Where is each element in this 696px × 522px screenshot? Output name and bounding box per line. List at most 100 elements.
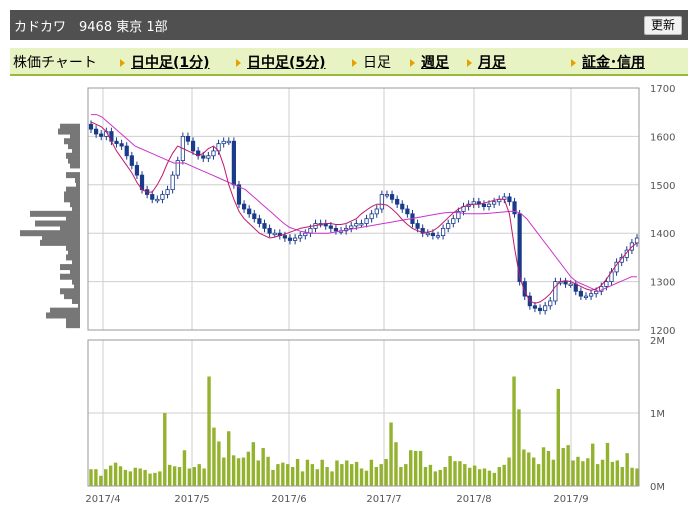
volume-bar [192, 467, 196, 486]
volume-bar [536, 464, 541, 486]
candle-body [604, 281, 609, 287]
candle-body [573, 283, 578, 292]
volume-bar [295, 458, 300, 486]
volume-bar [113, 462, 118, 486]
volume-bar [605, 442, 610, 486]
candle-body [262, 223, 267, 229]
volume-bar [448, 456, 452, 486]
volume-bar [108, 465, 113, 486]
volume-bar [256, 460, 260, 486]
candle-body [170, 174, 175, 191]
candle-body [160, 194, 165, 200]
candle-body [563, 281, 568, 285]
candle-body [486, 203, 492, 207]
candle-body [349, 225, 354, 229]
volume-bar [591, 443, 595, 486]
volume-bar [630, 467, 634, 486]
volume-bar [158, 471, 162, 486]
volume-bar [163, 413, 167, 486]
candle-body [405, 208, 410, 215]
volume-bar [423, 467, 428, 486]
volume-bar [615, 460, 620, 486]
volume-bar [453, 461, 457, 486]
candle-body [99, 133, 104, 137]
volume-tick-label: 0M [650, 482, 665, 493]
volume-bar [261, 448, 265, 486]
volume-bar [266, 456, 270, 486]
candle-body [440, 227, 446, 237]
volume-bar [374, 467, 378, 486]
candle-body [114, 140, 119, 145]
date-tick-label: 2017/6 [271, 494, 306, 505]
volume-bar [354, 461, 359, 486]
price-tick-label: 1300 [650, 278, 675, 289]
date-tick-label: 2017/8 [456, 494, 491, 505]
volume-profile [20, 123, 80, 329]
volume-bar [418, 450, 423, 486]
volume-bar [104, 469, 108, 486]
volume-bar [325, 467, 329, 486]
candle-body [221, 140, 226, 145]
volume-bar [138, 468, 142, 486]
volume-bar [310, 464, 315, 486]
volume-bar [359, 468, 364, 486]
volume-bar [300, 471, 305, 486]
volume-bar [532, 457, 536, 486]
volume-bar [281, 462, 285, 486]
candle-body [395, 198, 400, 205]
moving-average-long [91, 114, 637, 292]
candle-body [190, 140, 196, 152]
candle-body [328, 225, 333, 229]
volume-bar [94, 469, 98, 486]
volume-bar [556, 388, 560, 486]
price-tick-label: 1400 [650, 229, 675, 240]
volume-bar [369, 459, 374, 486]
candle-body [481, 203, 487, 207]
volume-bars [89, 376, 639, 486]
candle-body [578, 290, 583, 297]
volume-bar [413, 450, 418, 486]
volume-bar [182, 450, 187, 486]
candle-body [634, 237, 640, 244]
volume-tick-label: 1M [650, 409, 665, 420]
volume-bar [438, 469, 442, 486]
candle-body [492, 201, 497, 205]
volume-bar [595, 464, 600, 486]
volume-bar [231, 455, 236, 486]
volume-bar [571, 460, 575, 486]
candle-body [134, 165, 140, 176]
candle-body [185, 135, 191, 142]
volume-bar [620, 467, 624, 486]
volume-bar [576, 456, 580, 486]
candle-body [88, 123, 94, 130]
volume-bar [251, 442, 256, 486]
volume-bar [187, 468, 192, 486]
volume-bar [89, 469, 93, 486]
price-tick-label: 1600 [650, 132, 675, 143]
volume-bar [482, 468, 487, 486]
volume-bar [320, 459, 324, 486]
volume-bar [315, 469, 319, 486]
volume-bar [335, 460, 339, 486]
volume-bar [241, 457, 246, 486]
candle-body [155, 198, 160, 202]
volume-bar [487, 470, 492, 486]
candle-body [430, 232, 435, 237]
volume-bar [428, 464, 433, 486]
candle-body [150, 194, 155, 200]
moving-average-short [90, 121, 638, 304]
candle-body [425, 232, 430, 236]
volume-bar [409, 450, 413, 486]
date-tick-label: 2017/7 [366, 494, 401, 505]
candle-body [303, 232, 308, 237]
volume-bar [123, 469, 128, 486]
volume-bar [541, 447, 546, 486]
volume-bar [586, 458, 590, 486]
volume-bar [133, 467, 137, 486]
candle-body [241, 203, 247, 210]
volume-bar [227, 431, 231, 486]
candle-body [384, 194, 390, 197]
volume-bar [492, 472, 497, 486]
candle-body [298, 235, 303, 239]
volume-bar [507, 457, 511, 486]
